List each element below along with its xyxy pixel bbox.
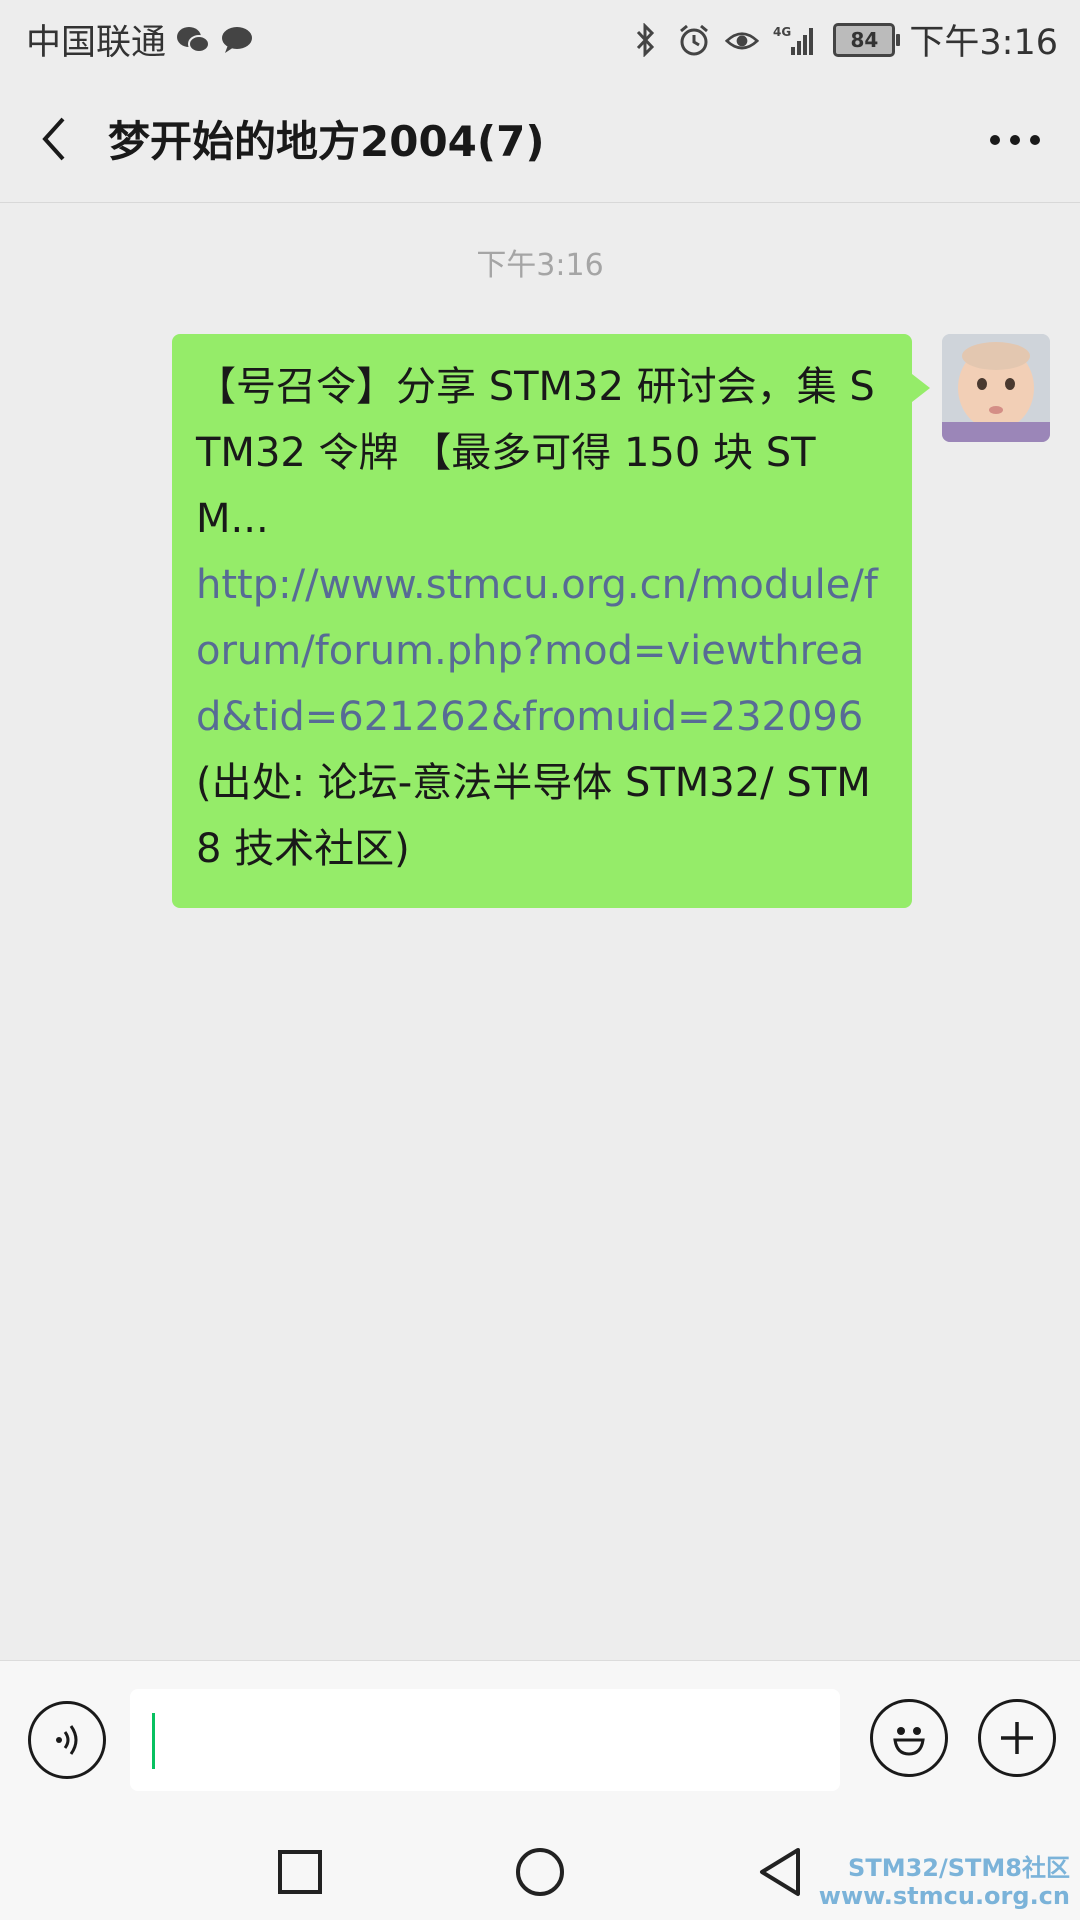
- signal-4g-icon: 4G: [773, 23, 819, 57]
- battery-indicator: 84: [833, 22, 901, 57]
- text-caret: [152, 1713, 155, 1769]
- back-nav-button[interactable]: [750, 1842, 810, 1902]
- system-nav-bar: STM32/STM8社区 www.stmcu.org.cn: [0, 1820, 1080, 1920]
- more-dots-icon: [990, 135, 1040, 145]
- message-source: (出处: 论坛-意法半导体 STM32/ STM8 技术社区): [196, 760, 871, 872]
- input-bar: [0, 1660, 1080, 1821]
- carrier-name: 中国联通: [26, 23, 167, 63]
- avatar-image: [942, 334, 1050, 442]
- back-button[interactable]: [26, 106, 82, 172]
- message-notification-icon: [220, 23, 254, 57]
- circle-icon: [516, 1848, 564, 1896]
- message-link[interactable]: http://www.stmcu.org.cn/module/forum/for…: [196, 552, 888, 750]
- emoji-icon: [893, 1727, 925, 1756]
- voice-input-button[interactable]: [28, 1701, 106, 1779]
- message-row: 【号召令】分享 STM32 研讨会，集 STM32 令牌 【最多可得 150 块…: [172, 334, 1050, 908]
- bluetooth-icon: [629, 22, 663, 57]
- recent-apps-button[interactable]: [270, 1842, 330, 1902]
- voice-icon: [56, 1725, 78, 1755]
- message-bubble[interactable]: 【号召令】分享 STM32 研讨会，集 STM32 令牌 【最多可得 150 块…: [172, 334, 930, 908]
- status-bar: 中国联通 4G 84 下午3:16: [0, 0, 1080, 76]
- wechat-notification-icon: [176, 23, 211, 57]
- emoji-button[interactable]: [870, 1699, 948, 1777]
- alarm-icon: [677, 23, 711, 57]
- square-icon: [278, 1850, 322, 1894]
- watermark: STM32/STM8社区 www.stmcu.org.cn: [819, 1854, 1070, 1910]
- status-time: 下午3:16: [909, 23, 1058, 63]
- home-button[interactable]: [510, 1842, 570, 1902]
- chevron-left-icon: [42, 117, 65, 161]
- more-options-button[interactable]: [980, 112, 1050, 168]
- triangle-back-icon: [760, 1848, 800, 1896]
- chat-header: 梦开始的地方2004(7): [0, 76, 1080, 203]
- eye-comfort-icon: [725, 23, 760, 57]
- status-right: 4G 84 下午3:16: [629, 14, 1058, 65]
- more-functions-button[interactable]: [978, 1699, 1056, 1777]
- watermark-line2: www.stmcu.org.cn: [818, 1882, 1070, 1910]
- message-timestamp: 下午3:16: [476, 248, 604, 283]
- chat-title: 梦开始的地方2004(7): [108, 117, 545, 166]
- watermark-line1: STM32/STM8社区: [848, 1854, 1070, 1882]
- plus-icon: [1001, 1722, 1033, 1754]
- message-input[interactable]: [130, 1689, 840, 1791]
- message-text: 【号召令】分享 STM32 研讨会，集 STM32 令牌 【最多可得 150 块…: [196, 364, 875, 542]
- status-left: 中国联通: [26, 14, 254, 65]
- svg-text:4G: 4G: [773, 25, 791, 39]
- avatar[interactable]: [942, 334, 1050, 442]
